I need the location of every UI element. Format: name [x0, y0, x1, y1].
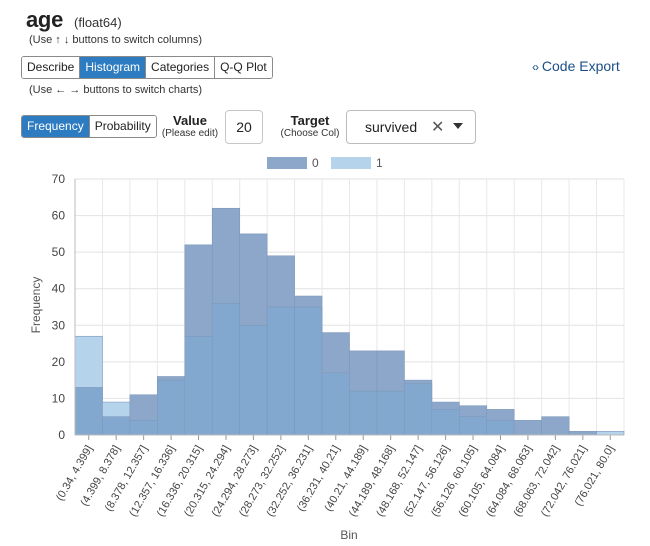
bar-overlap[interactable] [266, 306, 295, 436]
bar-series-0[interactable] [568, 431, 597, 436]
y-tick-label: 10 [52, 391, 66, 405]
bar-overlap[interactable] [211, 303, 241, 436]
bar-series-0[interactable] [513, 420, 542, 436]
bar-overlap[interactable] [102, 416, 131, 436]
bar-series-0[interactable] [541, 416, 570, 436]
bar-overlap[interactable] [184, 335, 213, 436]
x-axis-label: Bin [340, 528, 357, 542]
bar-overlap[interactable] [486, 420, 515, 436]
bar-overlap[interactable] [321, 372, 350, 436]
bar-overlap[interactable] [458, 416, 488, 436]
bar-overlap[interactable] [376, 390, 405, 436]
y-axis-label: Frequency [29, 277, 43, 334]
histogram-chart: 010203040506070(0.34, 4.399](4.399, 8.37… [29, 172, 625, 542]
y-tick-label: 70 [52, 172, 66, 186]
bar-overlap[interactable] [74, 387, 103, 436]
y-tick-label: 50 [52, 245, 66, 259]
bar-overlap[interactable] [294, 306, 323, 436]
y-tick-label: 0 [58, 428, 65, 442]
y-tick-label: 60 [52, 209, 66, 223]
y-tick-label: 40 [52, 282, 66, 296]
bar-overlap[interactable] [349, 390, 378, 436]
bar-overlap[interactable] [239, 324, 268, 436]
bar-overlap[interactable] [404, 383, 433, 436]
bar-overlap[interactable] [431, 409, 460, 436]
y-tick-label: 30 [52, 318, 66, 332]
y-tick-label: 20 [52, 355, 66, 369]
bar-series-1[interactable] [596, 431, 625, 436]
bar-overlap[interactable] [157, 379, 186, 436]
bar-overlap[interactable] [129, 420, 158, 436]
